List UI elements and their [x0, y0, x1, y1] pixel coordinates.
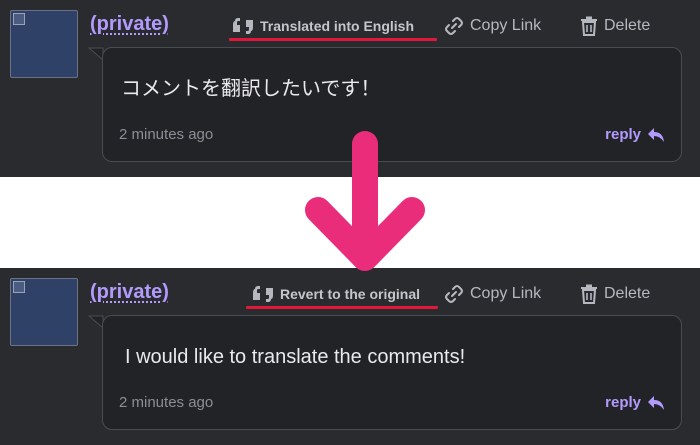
copy-link-label: Copy Link — [470, 17, 542, 34]
revert-button-label: Revert to the original — [280, 286, 421, 302]
reply-arrow-icon — [648, 127, 664, 142]
broken-image-icon — [13, 13, 25, 25]
copy-link-button[interactable]: Copy Link — [444, 16, 541, 36]
timestamp: 2 minutes ago — [119, 394, 214, 411]
highlight-underline — [229, 38, 437, 41]
avatar[interactable] — [10, 10, 78, 78]
delete-label: Delete — [604, 17, 651, 34]
reply-label: reply — [605, 394, 641, 411]
comment-text: I would like to translate the comments! — [125, 346, 466, 368]
reply-arrow-icon — [648, 395, 664, 410]
link-icon — [445, 17, 463, 35]
delete-label: Delete — [604, 285, 651, 302]
copy-link-label: Copy Link — [470, 285, 542, 302]
link-icon — [445, 285, 463, 303]
timestamp: 2 minutes ago — [119, 126, 214, 143]
reply-label: reply — [605, 126, 641, 143]
trash-icon — [581, 284, 597, 304]
avatar[interactable] — [10, 278, 78, 346]
copy-link-button[interactable]: Copy Link — [444, 284, 541, 304]
trash-icon — [581, 16, 597, 36]
delete-button[interactable]: Delete — [580, 284, 650, 304]
delete-button[interactable]: Delete — [580, 16, 650, 36]
username-link[interactable]: (private) — [90, 13, 169, 36]
translate-icon — [233, 18, 253, 34]
comment-bubble: I would like to translate the comments! … — [102, 315, 682, 430]
reply-button[interactable]: reply — [605, 126, 665, 143]
translate-button[interactable]: Translated into English — [232, 16, 414, 36]
revert-button[interactable]: Revert to the original — [252, 284, 420, 304]
highlight-underline — [246, 306, 438, 309]
translate-icon — [253, 286, 273, 302]
reply-button[interactable]: reply — [605, 394, 665, 411]
comment-text: コメントを翻訳したいです！ — [121, 76, 381, 100]
translate-button-label: Translated into English — [260, 18, 415, 34]
username-link[interactable]: (private) — [90, 281, 169, 304]
down-arrow-icon — [305, 131, 425, 271]
comment-panel-translated: (private) Revert to the original Copy Li… — [0, 268, 700, 445]
broken-image-icon — [13, 281, 25, 293]
